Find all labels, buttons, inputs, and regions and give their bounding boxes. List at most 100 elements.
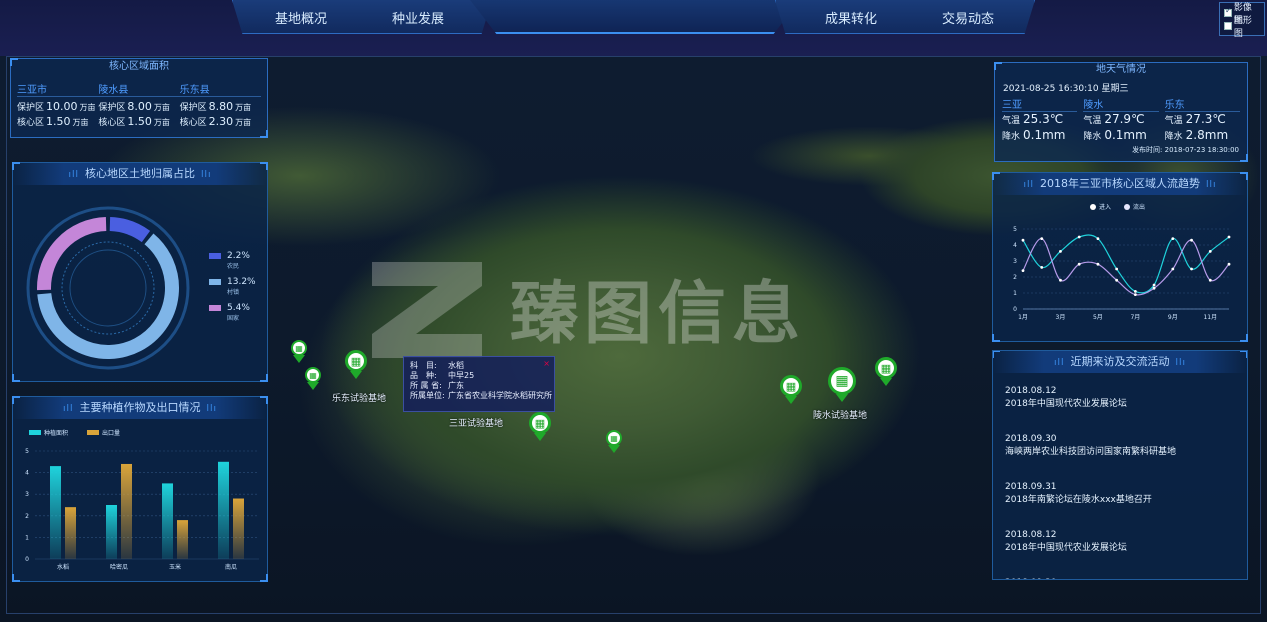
bar-1-1[interactable] xyxy=(121,463,132,559)
donut-legend-item: 2.2% 农民 xyxy=(209,251,250,270)
activity-item[interactable]: 2018.09.31 2018年南繁论坛在陵水xxx基地召开 xyxy=(1005,481,1235,507)
line-point-0-3[interactable] xyxy=(1077,235,1081,239)
weather-datetime: 2021-08-25 16:30:10 星期三 xyxy=(1003,84,1129,94)
donut-core-ring xyxy=(69,249,147,327)
map-marker[interactable]: ▦ xyxy=(305,367,321,390)
bar-1-0[interactable] xyxy=(65,507,76,559)
map-marker-sanya[interactable]: ▦ xyxy=(529,412,551,441)
donut-panel-title: ıll 核心地区土地归属占比 llı xyxy=(13,163,267,185)
line-point-1-6[interactable] xyxy=(1133,293,1137,296)
bar-1-3[interactable] xyxy=(233,498,244,559)
bar-1-2[interactable] xyxy=(177,520,188,559)
map-marker-lingshui[interactable]: ▦ xyxy=(828,367,856,402)
nav-left-group xyxy=(232,0,492,34)
legend-label: 国家 xyxy=(227,315,240,322)
donut-slice-2[interactable] xyxy=(37,217,107,291)
donut-chart xyxy=(26,206,190,370)
popup-key: 科 目: xyxy=(410,361,437,370)
protect-value: 8.80 xyxy=(208,100,234,113)
rain-value: 0.1mm xyxy=(1023,128,1066,142)
line-point-1-10[interactable] xyxy=(1208,278,1212,282)
line-point-1-0[interactable] xyxy=(1021,269,1025,272)
line-point-0-1[interactable] xyxy=(1040,266,1044,269)
marker-tip xyxy=(293,355,305,363)
protect-value: 10.00 xyxy=(46,100,78,113)
bars-icon: llı xyxy=(1206,180,1217,190)
line-point-0-0[interactable] xyxy=(1021,238,1025,242)
line-point-0-10[interactable] xyxy=(1208,250,1212,253)
core-row: 核心区 1.50 万亩 xyxy=(17,115,98,130)
nav-seed-industry[interactable]: 种业发展 xyxy=(392,8,444,27)
line-point-0-2[interactable] xyxy=(1059,250,1062,253)
bar-0-3[interactable] xyxy=(218,461,229,559)
line-point-0-11[interactable] xyxy=(1227,235,1231,239)
activity-item[interactable]: 2018.08.12 2018年中国现代农业发展论坛 xyxy=(1005,529,1235,555)
weather-rain-row: 降水 0.1mm xyxy=(1002,128,1077,144)
popup-row: 所 属 省: 广东 xyxy=(410,381,548,391)
line-point-1-7[interactable] xyxy=(1152,286,1156,290)
activity-item[interactable]: 2018.09.30海峡两岸农业科技团访问国家南繁科研基地 xyxy=(1005,577,1235,579)
donut-slice-0[interactable] xyxy=(109,217,151,243)
popup-row: 所属单位: 广东省农业科学院水稻研究所 xyxy=(410,391,552,401)
map-marker-ledong[interactable]: ▦ xyxy=(345,350,367,379)
line-point-1-5[interactable] xyxy=(1115,278,1119,282)
line-point-0-5[interactable] xyxy=(1115,267,1119,271)
line-x-tick: 7月 xyxy=(1130,314,1140,321)
terrain-checkbox[interactable] xyxy=(1224,21,1232,30)
corner-deco xyxy=(1240,172,1248,180)
line-series-0 xyxy=(1022,234,1230,294)
donut-slice-1[interactable] xyxy=(37,233,179,359)
line-point-1-11[interactable] xyxy=(1227,262,1231,266)
area-city-name: 三亚市 xyxy=(17,81,99,97)
label-lingshui-base: 陵水试验基地 xyxy=(813,411,868,421)
corner-deco xyxy=(12,574,20,582)
nav-achievement-transfer[interactable]: 成果转化 xyxy=(825,8,877,27)
popup-key: 所属单位: xyxy=(410,391,445,400)
weather-city-name: 陵水 xyxy=(1083,96,1159,112)
core-row: 核心区 2.30 万亩 xyxy=(180,115,261,130)
bar-0-1[interactable] xyxy=(106,505,117,559)
popup-value: 中早25 xyxy=(448,371,475,380)
building-icon: ▦ xyxy=(305,367,321,383)
building-icon: ▦ xyxy=(291,340,307,356)
map-marker[interactable]: ▦ xyxy=(291,340,307,363)
nav-base-overview[interactable]: 基地概况 xyxy=(275,8,327,27)
building-icon: ▦ xyxy=(875,357,897,379)
line-point-1-4[interactable] xyxy=(1096,262,1100,266)
close-icon[interactable]: × xyxy=(543,359,550,368)
rain-label: 降水 xyxy=(1002,132,1021,142)
activity-text: 海峡两岸农业科技团访问国家南繁科研基地 xyxy=(1005,447,1177,457)
activity-item[interactable]: 2018.08.12 2018年中国现代农业发展论坛 xyxy=(1005,385,1235,411)
corner-deco xyxy=(260,396,268,404)
line-point-1-9[interactable] xyxy=(1190,238,1193,242)
line-point-0-8[interactable] xyxy=(1171,237,1175,240)
map-marker[interactable]: ▦ xyxy=(875,357,897,386)
line-point-0-6[interactable] xyxy=(1133,290,1137,293)
bar-0-2[interactable] xyxy=(162,483,173,559)
line-legend-marker xyxy=(1124,204,1130,210)
line-point-0-9[interactable] xyxy=(1190,267,1193,271)
line-point-1-2[interactable] xyxy=(1059,278,1062,282)
corner-deco xyxy=(10,58,18,66)
building-icon: ▦ xyxy=(828,367,856,395)
activity-date: 2018.08.12 xyxy=(1005,386,1057,396)
core-label: 核心区 xyxy=(179,118,207,128)
nav-trade-news[interactable]: 交易动态 xyxy=(942,8,994,27)
area-columns: 三亚市 保护区 10.00 万亩 核心区 1.50 万亩 陵水县 保护区 8.00 万亩 核心区 1.5… xyxy=(11,75,267,130)
line-point-0-4[interactable] xyxy=(1096,237,1100,240)
line-point-1-1[interactable] xyxy=(1040,237,1044,240)
line-point-1-8[interactable] xyxy=(1171,267,1175,271)
line-point-1-3[interactable] xyxy=(1077,262,1081,266)
layer-terrain[interactable]: 地形图 xyxy=(1224,16,1260,39)
activity-list: 2018.08.12 2018年中国现代农业发展论坛 2018.09.30 海峡两岸农… xyxy=(993,373,1247,579)
map-marker[interactable]: ▦ xyxy=(780,375,802,404)
map-marker[interactable]: ▦ xyxy=(606,430,622,453)
line-x-tick: 11月 xyxy=(1203,314,1217,321)
line-point-0-7[interactable] xyxy=(1152,283,1156,287)
bar-0-0[interactable] xyxy=(50,466,61,559)
bars-icon: ıll xyxy=(68,170,79,180)
bar-y-tick: 0 xyxy=(25,556,29,563)
activity-item[interactable]: 2018.09.30海峡两岸农业科技团访问国家南繁科研基地 xyxy=(1005,433,1235,459)
satellite-checkbox[interactable] xyxy=(1224,6,1232,17)
line-x-tick: 5月 xyxy=(1093,314,1103,321)
